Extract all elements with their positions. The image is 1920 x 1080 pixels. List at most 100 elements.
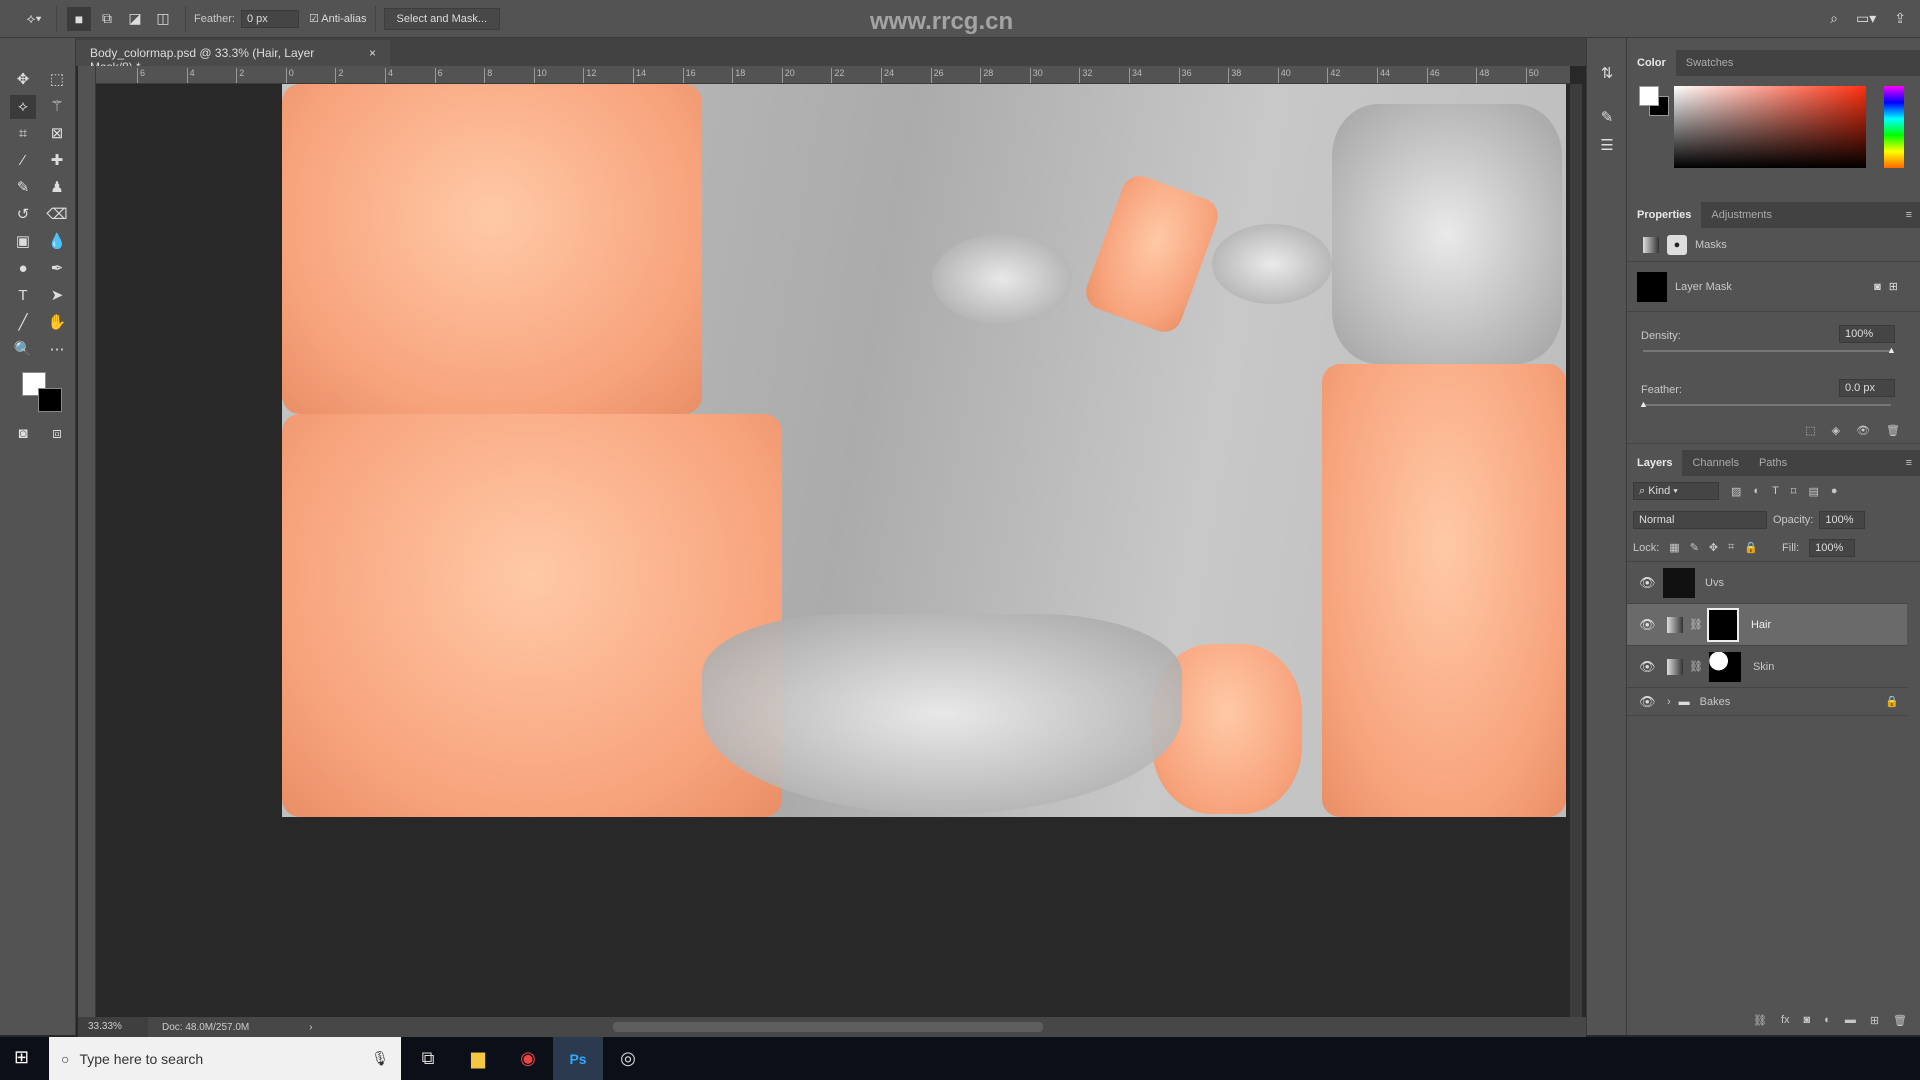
lock-position-icon[interactable]: ✥ bbox=[1709, 541, 1718, 554]
lock-transparent-icon[interactable]: ▦ bbox=[1669, 541, 1679, 554]
visibility-eye-icon[interactable]: 👁 bbox=[1639, 659, 1656, 675]
select-and-mask-button[interactable]: Select and Mask... bbox=[383, 7, 501, 30]
gradient-tool-icon[interactable]: ▣ bbox=[10, 230, 36, 254]
add-selection-icon[interactable]: ⧉ bbox=[95, 7, 119, 31]
layer-hair[interactable]: 👁 ⛓ Hair bbox=[1627, 604, 1907, 646]
status-arrow-icon[interactable]: › bbox=[309, 1022, 312, 1033]
subtract-selection-icon[interactable]: ◪ bbox=[123, 7, 147, 31]
screen-mode-icon[interactable]: ⧈ bbox=[44, 422, 70, 446]
link-icon[interactable]: ⛓ bbox=[1689, 660, 1703, 673]
apply-mask-icon[interactable]: ◈ bbox=[1832, 424, 1840, 437]
polygonal-lasso-preset-icon[interactable]: ⟡▾ bbox=[22, 7, 46, 31]
vertical-ruler[interactable] bbox=[78, 66, 96, 1017]
search-icon[interactable]: ⌕ bbox=[1830, 10, 1838, 27]
density-handle[interactable]: ▲ bbox=[1887, 345, 1896, 355]
history-brush-icon[interactable]: ↺ bbox=[10, 203, 36, 227]
layer-skin[interactable]: 👁 ⛓ Skin bbox=[1627, 646, 1907, 688]
vector-mask-add-icon[interactable]: ⊞ bbox=[1889, 280, 1898, 293]
filter-adjustment-icon[interactable]: ◐ bbox=[1753, 485, 1760, 497]
path-select-icon[interactable]: ➤ bbox=[44, 284, 70, 308]
load-selection-icon[interactable]: ⬚ bbox=[1805, 424, 1815, 437]
stamp-tool-icon[interactable]: ♟ bbox=[44, 176, 70, 200]
mask-thumbnail[interactable] bbox=[1706, 607, 1739, 642]
pen-tool-icon[interactable]: ✒ bbox=[44, 257, 70, 281]
visibility-eye-icon[interactable]: 👁 bbox=[1639, 617, 1656, 633]
opacity-input[interactable]: 100% bbox=[1819, 511, 1866, 529]
tab-layers[interactable]: Layers bbox=[1627, 450, 1683, 476]
document-tab[interactable]: Body_colormap.psd @ 33.3% (Hair, Layer M… bbox=[76, 40, 390, 74]
visibility-eye-icon[interactable]: 👁 bbox=[1639, 694, 1656, 710]
hue-slider[interactable] bbox=[1884, 86, 1904, 168]
move-tool-icon[interactable]: ✥ bbox=[10, 68, 36, 92]
filter-smart-icon[interactable]: ▤ bbox=[1808, 485, 1818, 498]
photoshop-icon[interactable]: Ps bbox=[553, 1037, 603, 1080]
select-mask-icon[interactable]: ◙ bbox=[1874, 281, 1881, 293]
link-layers-icon[interactable]: ⛓ bbox=[1753, 1014, 1767, 1027]
taskbar-search[interactable]: ○ Type here to search 🎙 bbox=[49, 1037, 401, 1080]
feather-input[interactable]: 0 px bbox=[240, 9, 299, 28]
antialias-checkbox[interactable]: ☑ Anti-alias bbox=[309, 12, 367, 25]
new-selection-icon[interactable]: ■ bbox=[67, 6, 91, 31]
hand-tool-icon[interactable]: ✋ bbox=[44, 311, 70, 335]
horizontal-ruler[interactable]: 6 4 2 0 2 4 6 8 10 12 14 16 18 20 22 24 26 28 30 32 34 36 38 40… bbox=[96, 66, 1570, 84]
tab-channels[interactable]: Channels bbox=[1682, 450, 1748, 476]
lock-pixels-icon[interactable]: ✎ bbox=[1690, 541, 1699, 554]
share-icon[interactable]: ⇪ bbox=[1894, 10, 1906, 27]
mask-thumbnail[interactable] bbox=[1708, 651, 1741, 682]
brush-tool-icon[interactable]: ✎ bbox=[10, 176, 36, 200]
history-panel-icon[interactable]: ⇅ bbox=[1594, 62, 1620, 86]
chrome-icon[interactable]: ◉ bbox=[503, 1037, 553, 1080]
expand-chevron-icon[interactable]: › bbox=[1667, 696, 1671, 708]
eyedropper-icon[interactable]: ⁄ bbox=[10, 149, 36, 173]
panel-menu-icon[interactable]: ≡ bbox=[1906, 209, 1912, 221]
type-tool-icon[interactable]: T bbox=[10, 284, 36, 308]
layers-menu-icon[interactable]: ≡ bbox=[1906, 457, 1912, 469]
filter-pixel-icon[interactable]: ▨ bbox=[1731, 485, 1741, 498]
lasso-tool-icon[interactable]: ⟡ bbox=[10, 95, 36, 119]
quick-mask-icon[interactable]: ◙ bbox=[10, 422, 36, 446]
dodge-tool-icon[interactable]: ● bbox=[10, 257, 36, 281]
filter-shape-icon[interactable]: ⌑ bbox=[1791, 485, 1797, 498]
windows-start-icon[interactable]: ⊞ bbox=[14, 1047, 29, 1068]
tab-properties[interactable]: Properties bbox=[1627, 202, 1702, 228]
adjust-panel-icon[interactable]: ☰ bbox=[1594, 134, 1620, 158]
new-layer-icon[interactable]: ⊞ bbox=[1870, 1014, 1879, 1027]
blur-tool-icon[interactable]: 💧 bbox=[44, 230, 70, 254]
vertical-scrollbar[interactable] bbox=[1570, 84, 1582, 1017]
zoom-level[interactable]: 33.33% bbox=[78, 1017, 148, 1037]
delete-mask-icon[interactable]: 🗑 bbox=[1886, 424, 1900, 437]
zoom-tool-icon[interactable]: 🔍 bbox=[10, 338, 36, 362]
layer-mask-icon[interactable]: ● bbox=[1667, 234, 1687, 255]
line-tool-icon[interactable]: ╱ bbox=[10, 311, 36, 335]
fx-icon[interactable]: fx bbox=[1781, 1014, 1790, 1026]
background-color-swatch[interactable] bbox=[38, 388, 62, 412]
brush-settings-icon[interactable]: ✎ bbox=[1594, 106, 1620, 130]
more-tools-icon[interactable]: ⋯ bbox=[44, 338, 70, 362]
adjustment-layer-icon[interactable]: ◐ bbox=[1824, 1014, 1831, 1026]
feather-slider[interactable]: ▲ bbox=[1639, 399, 1891, 409]
filter-toggle-icon[interactable]: ● bbox=[1831, 485, 1838, 497]
tab-swatches[interactable]: Swatches bbox=[1676, 50, 1744, 76]
pixel-mask-icon[interactable] bbox=[1643, 236, 1659, 253]
feather-prop-input[interactable]: 0.0 px bbox=[1839, 379, 1895, 397]
tab-color[interactable]: Color bbox=[1627, 50, 1676, 76]
tab-paths[interactable]: Paths bbox=[1749, 450, 1797, 476]
crop-tool-icon[interactable]: ⌗ bbox=[10, 122, 36, 146]
new-group-icon[interactable]: ▬ bbox=[1845, 1014, 1856, 1026]
task-view-icon[interactable]: ⧉ bbox=[403, 1037, 453, 1080]
tab-adjustments[interactable]: Adjustments bbox=[1701, 202, 1782, 228]
fill-input[interactable]: 100% bbox=[1809, 538, 1856, 557]
blend-mode-select[interactable]: Normal bbox=[1633, 511, 1767, 529]
layer-uvs[interactable]: 👁 Uvs bbox=[1627, 562, 1907, 604]
feather-handle[interactable]: ▲ bbox=[1639, 399, 1648, 409]
kind-filter-select[interactable]: ⌕ Kind ▾ bbox=[1633, 482, 1719, 500]
filter-type-icon[interactable]: T bbox=[1772, 485, 1779, 497]
canvas-image[interactable] bbox=[282, 84, 1566, 817]
close-tab-icon[interactable]: × bbox=[369, 46, 376, 60]
microphone-icon[interactable]: 🎙 bbox=[371, 1050, 389, 1067]
workspace-icon[interactable]: ▭▾ bbox=[1856, 10, 1876, 27]
file-explorer-icon[interactable]: ▆ bbox=[453, 1037, 503, 1080]
density-slider[interactable]: ▲ bbox=[1643, 345, 1896, 355]
toggle-mask-icon[interactable]: 👁 bbox=[1856, 424, 1870, 437]
marquee-tool-icon[interactable]: ⬚ bbox=[44, 68, 70, 92]
